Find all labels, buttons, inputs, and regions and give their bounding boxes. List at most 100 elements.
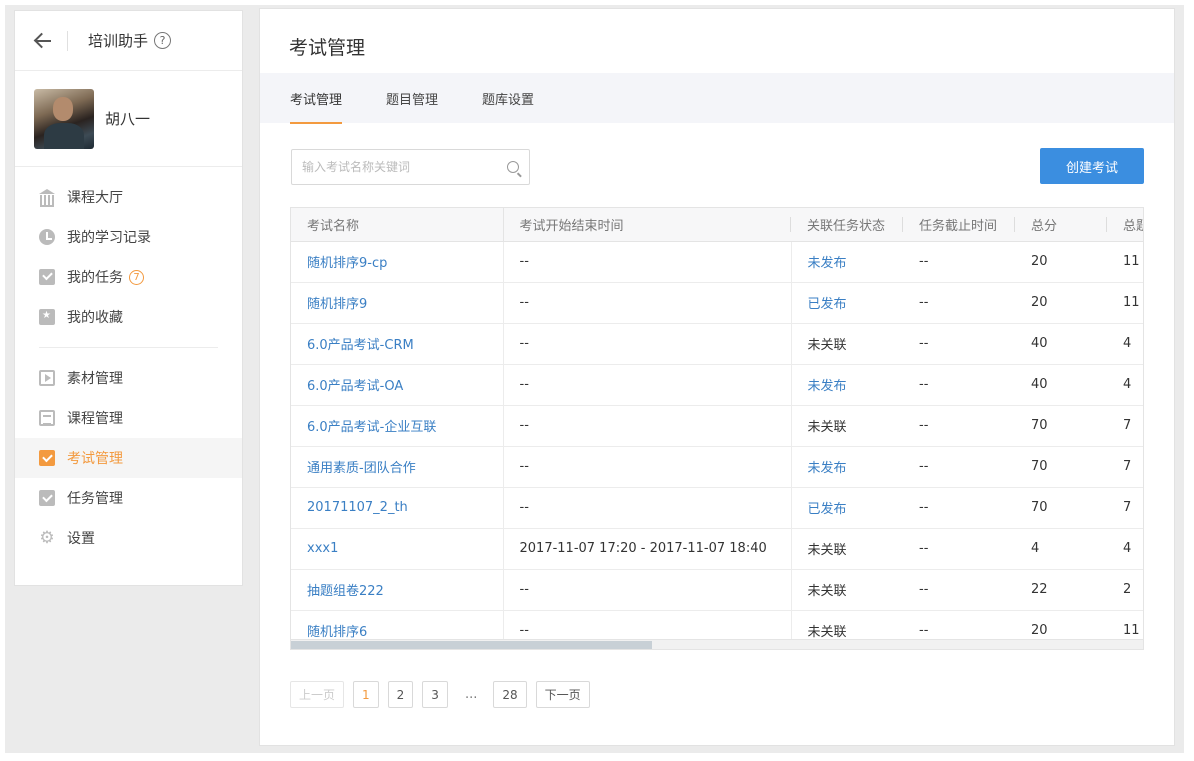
table-row: 随机排序9 -- 已发布 -- 20 11 bbox=[291, 282, 1143, 324]
exam-name-link[interactable]: 20171107_2_th bbox=[291, 487, 504, 529]
column-header[interactable]: 考试开始结束时间 bbox=[503, 208, 791, 242]
exam-time-cell: -- bbox=[503, 364, 792, 406]
table-row: 6.0产品考试-企业互联 -- 未关联 -- 70 7 bbox=[291, 405, 1143, 447]
question-count-cell: 2 bbox=[1107, 569, 1143, 611]
search-input[interactable] bbox=[302, 160, 497, 174]
main-panel: 考试管理 考试管理 题目管理 题库设置 创建考试 bbox=[259, 8, 1175, 746]
task-status-cell[interactable]: 未发布 bbox=[791, 446, 903, 488]
task-status-cell: 未关联 bbox=[791, 569, 903, 611]
column-header[interactable]: 任务截止时间 bbox=[903, 208, 1015, 242]
exam-name-link[interactable]: 6.0产品考试-OA bbox=[291, 364, 504, 406]
deadline-cell: -- bbox=[903, 323, 1015, 365]
user-name: 胡八一 bbox=[105, 110, 151, 128]
task-status-cell[interactable]: 已发布 bbox=[791, 487, 903, 529]
sidebar-item-label: 课程大厅 bbox=[67, 190, 123, 206]
question-count-cell: 7 bbox=[1107, 405, 1143, 447]
page-button-1[interactable]: 1 bbox=[353, 681, 379, 708]
task-status-cell[interactable]: 未发布 bbox=[791, 364, 903, 406]
exam-table: 考试名称 考试开始结束时间 关联任务状态 任务截止时间 总分 总题 随机排序9-… bbox=[290, 207, 1144, 650]
total-score-cell: 20 bbox=[1015, 282, 1107, 324]
task-status-cell: 未关联 bbox=[791, 323, 903, 365]
column-header[interactable]: 关联任务状态 bbox=[791, 208, 903, 242]
total-score-cell: 22 bbox=[1015, 569, 1107, 611]
next-page-button[interactable]: 下一页 bbox=[535, 681, 590, 708]
table-row: 6.0产品考试-CRM -- 未关联 -- 40 4 bbox=[291, 323, 1143, 365]
create-exam-button[interactable]: 创建考试 bbox=[1040, 148, 1144, 184]
question-count-cell: 4 bbox=[1107, 528, 1143, 570]
deadline-cell: -- bbox=[903, 487, 1015, 529]
sidebar-item-exam-management[interactable]: 考试管理 bbox=[15, 438, 242, 478]
column-header[interactable]: 总题 bbox=[1107, 208, 1143, 242]
sidebar-item-materials[interactable]: 素材管理 bbox=[15, 358, 242, 398]
sidebar-header: 培训助手 ? bbox=[15, 11, 242, 71]
nav-divider bbox=[39, 347, 218, 348]
deadline-cell: -- bbox=[903, 446, 1015, 488]
table-row: 20171107_2_th -- 已发布 -- 70 7 bbox=[291, 487, 1143, 529]
question-count-cell: 4 bbox=[1107, 323, 1143, 365]
sidebar-item-label: 素材管理 bbox=[67, 371, 123, 387]
task-status-cell[interactable]: 未发布 bbox=[791, 241, 903, 283]
sidebar-item-course-management[interactable]: 课程管理 bbox=[15, 398, 242, 438]
table-row: 6.0产品考试-OA -- 未发布 -- 40 4 bbox=[291, 364, 1143, 406]
table-row: 随机排序9-cp -- 未发布 -- 20 11 bbox=[291, 241, 1143, 283]
total-score-cell: 70 bbox=[1015, 487, 1107, 529]
exam-name-link[interactable]: 通用素质-团队合作 bbox=[291, 446, 504, 488]
exam-time-cell: -- bbox=[503, 323, 792, 365]
avatar[interactable] bbox=[34, 88, 94, 149]
search-icon[interactable] bbox=[507, 161, 519, 173]
exam-time-cell: -- bbox=[503, 569, 792, 611]
prev-page-button[interactable]: 上一页 bbox=[290, 681, 345, 708]
exam-name-link[interactable]: 抽题组卷222 bbox=[291, 569, 504, 611]
exam-icon bbox=[39, 450, 55, 466]
sidebar-item-course-hall[interactable]: 课程大厅 bbox=[15, 177, 242, 217]
deadline-cell: -- bbox=[903, 241, 1015, 283]
exam-time-cell: -- bbox=[503, 241, 792, 283]
gear-icon: ⚙ bbox=[39, 528, 55, 548]
back-arrow-icon[interactable] bbox=[33, 30, 55, 52]
pagination-ellipsis: ... bbox=[464, 687, 478, 702]
page-button-3[interactable]: 3 bbox=[422, 681, 448, 708]
sidebar-item-label: 我的任务 bbox=[67, 270, 123, 286]
exam-name-link[interactable]: 随机排序9 bbox=[291, 282, 504, 324]
total-score-cell: 20 bbox=[1015, 241, 1107, 283]
sidebar-nav: 课程大厅 我的学习记录 我的任务 7 我的收藏 素材管理 课 bbox=[15, 167, 242, 558]
task-count-badge: 7 bbox=[129, 269, 144, 285]
exam-name-link[interactable]: 6.0产品考试-企业互联 bbox=[291, 405, 504, 447]
page-button-2[interactable]: 2 bbox=[387, 681, 414, 708]
sidebar-item-settings[interactable]: ⚙ 设置 bbox=[15, 518, 242, 558]
sidebar-item-task-management[interactable]: 任务管理 bbox=[15, 478, 242, 518]
task-status-cell[interactable]: 已发布 bbox=[791, 282, 903, 324]
total-score-cell: 70 bbox=[1015, 446, 1107, 488]
deadline-cell: -- bbox=[903, 569, 1015, 611]
page-button-last[interactable]: 28 bbox=[493, 681, 527, 708]
tab-question-bank-settings[interactable]: 题库设置 bbox=[482, 89, 534, 122]
column-header[interactable]: 考试名称 bbox=[291, 208, 504, 242]
sidebar-item-label: 设置 bbox=[67, 531, 95, 547]
scrollbar-thumb[interactable] bbox=[291, 641, 652, 649]
header-divider bbox=[67, 30, 68, 51]
sidebar-item-label: 我的收藏 bbox=[67, 310, 123, 326]
question-count-cell: 4 bbox=[1107, 364, 1143, 406]
exam-time-cell: -- bbox=[503, 282, 792, 324]
table-row: 通用素质-团队合作 -- 未发布 -- 70 7 bbox=[291, 446, 1143, 488]
exam-name-link[interactable]: 随机排序9-cp bbox=[291, 241, 504, 283]
sidebar-item-learning-record[interactable]: 我的学习记录 bbox=[15, 217, 242, 257]
horizontal-scrollbar[interactable] bbox=[291, 639, 1143, 649]
sidebar-item-favorites[interactable]: 我的收藏 bbox=[15, 297, 242, 337]
exam-name-link[interactable]: 6.0产品考试-CRM bbox=[291, 323, 504, 365]
question-count-cell: 7 bbox=[1107, 487, 1143, 529]
help-icon[interactable]: ? bbox=[154, 32, 172, 49]
deadline-cell: -- bbox=[903, 528, 1015, 570]
tab-question-management[interactable]: 题目管理 bbox=[386, 89, 438, 122]
sidebar-item-label: 我的学习记录 bbox=[67, 230, 151, 246]
user-profile: 胡八一 bbox=[15, 71, 242, 167]
exam-time-cell: 2017-11-07 17:20 - 2017-11-07 18:40 bbox=[503, 528, 792, 570]
column-header[interactable]: 总分 bbox=[1015, 208, 1107, 242]
exam-name-link[interactable]: xxx1 bbox=[291, 528, 504, 570]
total-score-cell: 4 bbox=[1015, 528, 1107, 570]
exam-time-cell: -- bbox=[503, 487, 792, 529]
table-row: xxx1 2017-11-07 17:20 - 2017-11-07 18:40 未… bbox=[291, 528, 1143, 570]
total-score-cell: 40 bbox=[1015, 364, 1107, 406]
sidebar-item-my-tasks[interactable]: 我的任务 7 bbox=[15, 257, 242, 297]
tab-exam-management[interactable]: 考试管理 bbox=[290, 89, 343, 124]
